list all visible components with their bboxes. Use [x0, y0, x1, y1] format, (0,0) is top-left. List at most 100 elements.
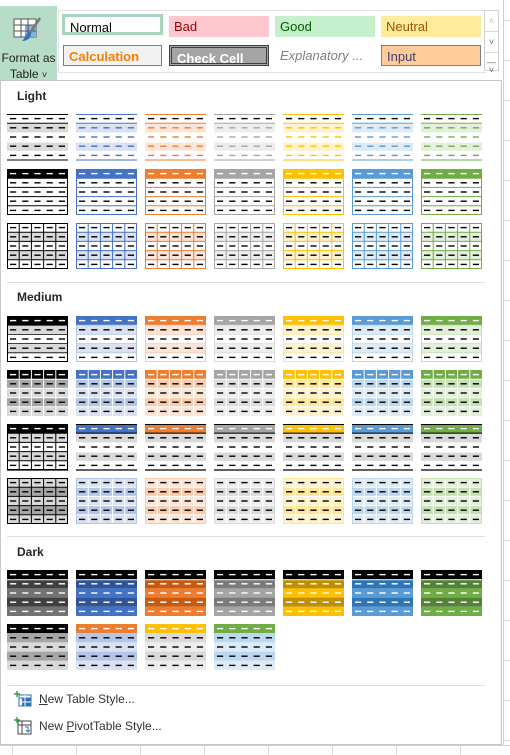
cell-style-label: Neutral: [386, 19, 428, 34]
table-style-medium-gray-banded-lightblue[interactable]: [352, 424, 413, 471]
table-style-medium-grid-black[interactable]: [7, 478, 68, 524]
table-style-light-header-green[interactable]: [421, 169, 482, 215]
table-style-light-grid-blue[interactable]: [76, 223, 137, 269]
cell-style-check-cell[interactable]: Check Cell: [169, 45, 269, 66]
table-style-medium-banded-gold[interactable]: [283, 316, 344, 362]
table-style-dark-banded-lightblue[interactable]: [352, 570, 413, 616]
table-style-medium-gray-banded-gold[interactable]: [283, 424, 344, 471]
cell-style-calculation[interactable]: Calculation: [63, 45, 162, 66]
table-style-dark-light-banded-orange[interactable]: [76, 624, 137, 670]
new-pivottable-style-icon: [14, 717, 32, 735]
table-style-light-header-blue[interactable]: [76, 169, 137, 215]
table-style-dark-banded-gold[interactable]: [283, 570, 344, 616]
table-style-light-banded-green[interactable]: [421, 114, 482, 161]
ribbon-styles-group: Format as Table ˅ Normal Bad Good Neutra…: [0, 0, 510, 81]
table-style-medium-banded-green[interactable]: [421, 316, 482, 362]
cell-style-label: Normal: [70, 20, 112, 35]
gallery-scroll-up-button[interactable]: ˄: [485, 11, 498, 32]
table-style-medium-grid-gray[interactable]: [214, 478, 275, 524]
table-style-light-banded-blue[interactable]: [76, 114, 137, 161]
cell-style-input[interactable]: Input: [381, 45, 481, 66]
format-as-table-icon: [13, 17, 42, 41]
new-table-style-label: New Table Style...: [39, 692, 135, 706]
table-style-light-header-lightblue[interactable]: [352, 169, 413, 215]
table-style-light-banded-orange[interactable]: [145, 114, 206, 161]
new-table-style-icon: [14, 691, 32, 707]
table-style-dark-light-banded-black[interactable]: [7, 624, 68, 670]
table-style-light-banded-lightblue[interactable]: [352, 114, 413, 161]
format-as-table-label: Format as: [1, 51, 56, 65]
table-style-medium-grid-header-lightblue[interactable]: [352, 370, 413, 416]
cell-style-bad[interactable]: Bad: [169, 16, 269, 37]
table-style-light-header-gray[interactable]: [214, 169, 275, 215]
table-style-dark-light-banded-gold[interactable]: [145, 624, 206, 670]
table-style-light-grid-lightblue[interactable]: [352, 223, 413, 269]
worksheet-edge: [503, 0, 510, 754]
table-style-light-banded-black[interactable]: [7, 114, 68, 161]
table-style-light-header-black[interactable]: [7, 169, 68, 215]
table-style-medium-gray-banded-gray[interactable]: [214, 424, 275, 471]
table-style-dark-banded-orange[interactable]: [145, 570, 206, 616]
table-style-medium-gray-banded-blue[interactable]: [76, 424, 137, 471]
chevron-down-icon: ˅: [41, 70, 48, 80]
table-style-medium-grid-lightblue[interactable]: [352, 478, 413, 524]
new-table-style-menu-item[interactable]: New Table Style...: [11, 688, 491, 710]
cell-style-label: Check Cell: [177, 51, 244, 66]
table-style-dark-light-banded-green[interactable]: [214, 624, 275, 670]
table-style-medium-banded-blue[interactable]: [76, 316, 137, 362]
table-style-medium-gray-banded-orange[interactable]: [145, 424, 206, 471]
new-pivottable-style-label: New PivotTable Style...: [39, 719, 162, 733]
table-style-medium-grid-gold[interactable]: [283, 478, 344, 524]
table-style-medium-grid-orange[interactable]: [145, 478, 206, 524]
table-style-light-grid-orange[interactable]: [145, 223, 206, 269]
table-style-medium-grid-header-blue[interactable]: [76, 370, 137, 416]
table-style-medium-banded-black[interactable]: [7, 316, 68, 362]
table-style-medium-banded-orange[interactable]: [145, 316, 206, 362]
cell-style-label: Bad: [174, 19, 198, 34]
table-style-medium-banded-lightblue[interactable]: [352, 316, 413, 362]
cell-style-label: Good: [280, 19, 312, 34]
table-style-light-header-gold[interactable]: [283, 169, 344, 215]
table-style-light-grid-green[interactable]: [421, 223, 482, 269]
cell-style-good[interactable]: Good: [275, 16, 375, 37]
table-style-light-grid-black[interactable]: [7, 223, 68, 269]
gallery-more-button[interactable]: ― ˅: [485, 53, 498, 75]
table-style-dark-banded-green[interactable]: [421, 570, 482, 616]
gallery-scrollbar: ˄ ˅ ― ˅: [484, 10, 499, 75]
table-style-medium-grid-green[interactable]: [421, 478, 482, 524]
table-style-light-grid-gray[interactable]: [214, 223, 275, 269]
chevron-up-icon: ˄: [488, 16, 495, 26]
section-divider: [7, 685, 485, 686]
table-style-medium-grid-header-black[interactable]: [7, 370, 68, 416]
format-as-table-button[interactable]: Format as Table ˅: [0, 6, 57, 81]
cell-style-label: Calculation: [69, 49, 140, 64]
new-pivottable-style-menu-item[interactable]: New PivotTable Style...: [11, 715, 491, 737]
gallery-scroll-down-button[interactable]: ˅: [485, 32, 498, 53]
table-style-dark-banded-blue[interactable]: [76, 570, 137, 616]
table-styles-dropdown: Light Medium Dark New Table Style... New…: [0, 80, 502, 745]
table-style-gallery: [7, 114, 482, 670]
table-style-medium-banded-gray[interactable]: [214, 316, 275, 362]
table-style-medium-gray-banded-green[interactable]: [421, 424, 482, 471]
table-style-medium-grid-header-orange[interactable]: [145, 370, 206, 416]
cell-style-label: Input: [387, 49, 416, 64]
cell-style-normal[interactable]: Normal: [62, 14, 163, 35]
chevron-down-icon: ˅: [488, 37, 495, 47]
table-style-dark-banded-black[interactable]: [7, 570, 68, 616]
table-style-light-header-orange[interactable]: [145, 169, 206, 215]
cell-style-explanatory[interactable]: Explanatory ...: [275, 45, 375, 66]
more-icon: ― ˅: [487, 57, 496, 75]
table-style-light-grid-gold[interactable]: [283, 223, 344, 269]
cell-style-neutral[interactable]: Neutral: [381, 16, 481, 37]
format-as-table-label-2: Table: [9, 67, 39, 81]
table-style-medium-grid-header-green[interactable]: [421, 370, 482, 416]
table-style-medium-gray-banded-black[interactable]: [7, 424, 68, 471]
cell-style-label: Explanatory ...: [280, 48, 364, 63]
table-style-light-banded-gold[interactable]: [283, 114, 344, 161]
table-style-medium-grid-blue[interactable]: [76, 478, 137, 524]
table-style-dark-banded-gray[interactable]: [214, 570, 275, 616]
cell-styles-gallery: Normal Bad Good Neutral Calculation Chec…: [58, 10, 486, 73]
table-style-light-banded-gray[interactable]: [214, 114, 275, 161]
table-style-medium-grid-header-gold[interactable]: [283, 370, 344, 416]
table-style-medium-grid-header-gray[interactable]: [214, 370, 275, 416]
